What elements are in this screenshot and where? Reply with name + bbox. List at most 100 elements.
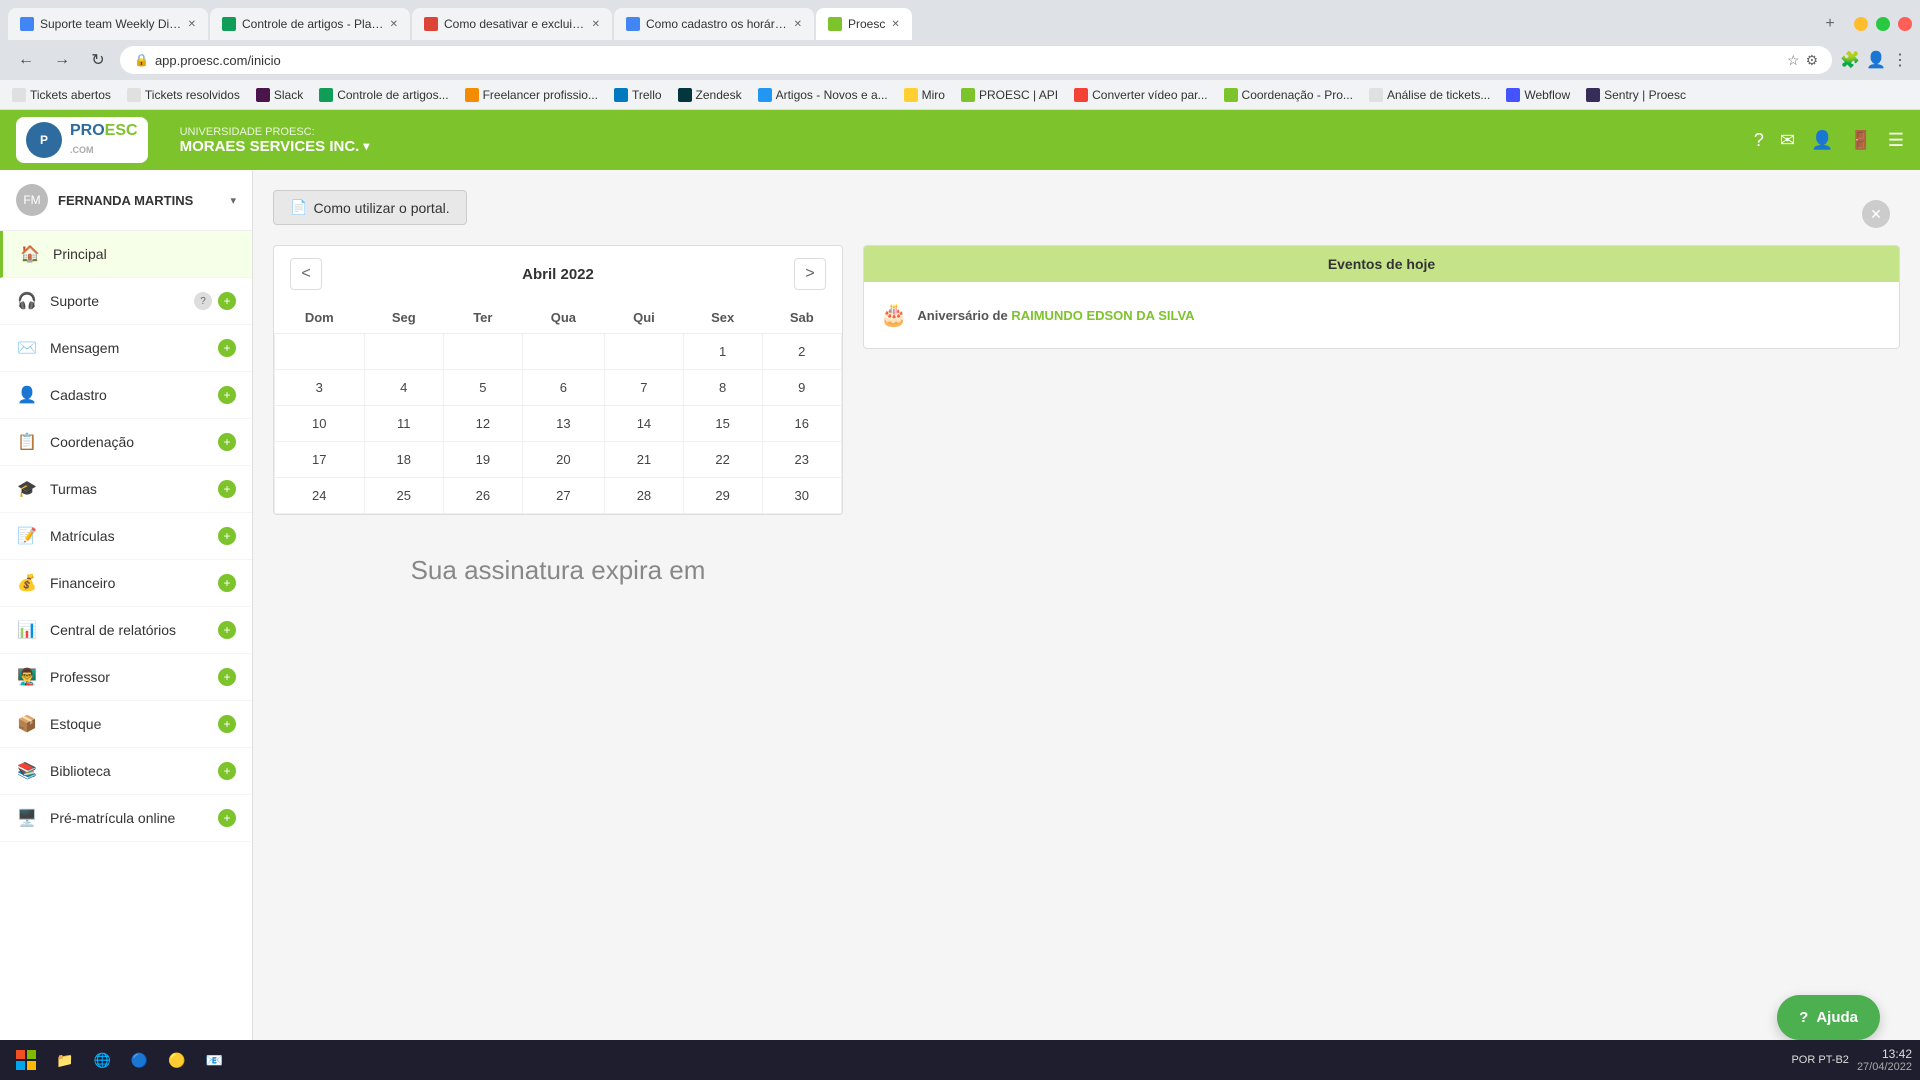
sidebar-help-icon[interactable]: ?: [194, 292, 212, 310]
browser-tab-tab1[interactable]: Suporte team Weekly Digest - j...✕: [8, 8, 208, 40]
sidebar-item-suporte[interactable]: 🎧 Suporte ?+: [0, 278, 252, 325]
calendar-day[interactable]: 23: [762, 442, 842, 478]
calendar-day[interactable]: 3: [275, 370, 365, 406]
calendar-day[interactable]: 26: [443, 478, 522, 514]
calendar-day[interactable]: 12: [443, 406, 522, 442]
calendar-day[interactable]: 11: [364, 406, 443, 442]
new-tab-button[interactable]: +: [1816, 10, 1844, 38]
close-button[interactable]: [1898, 17, 1912, 31]
bookmark-item[interactable]: Zendesk: [678, 88, 742, 102]
exit-icon[interactable]: 🚪: [1849, 130, 1871, 151]
address-bar[interactable]: 🔒 app.proesc.com/inicio ☆ ⚙: [120, 46, 1832, 74]
bookmark-item[interactable]: Webflow: [1506, 88, 1570, 102]
sidebar-item-cadastro[interactable]: 👤 Cadastro +: [0, 372, 252, 419]
bookmark-item[interactable]: Artigos - Novos e a...: [758, 88, 888, 102]
sidebar-item-financeiro[interactable]: 💰 Financeiro +: [0, 560, 252, 607]
calendar-day[interactable]: 14: [605, 406, 684, 442]
calendar-day[interactable]: 27: [522, 478, 604, 514]
calendar-day[interactable]: 9: [762, 370, 842, 406]
bookmark-item[interactable]: Coordenação - Pro...: [1224, 88, 1353, 102]
calendar-day[interactable]: 19: [443, 442, 522, 478]
taskbar-edge[interactable]: 🌐: [85, 1042, 118, 1078]
back-button[interactable]: ←: [12, 46, 40, 74]
calendar-next-button[interactable]: >: [794, 258, 826, 290]
calendar-day[interactable]: 10: [275, 406, 365, 442]
bookmark-item[interactable]: Converter vídeo par...: [1074, 88, 1207, 102]
sidebar-item-mensagem[interactable]: ✉️ Mensagem +: [0, 325, 252, 372]
calendar-day[interactable]: 24: [275, 478, 365, 514]
more-options-icon[interactable]: ⋮: [1892, 50, 1908, 70]
reload-button[interactable]: ↻: [84, 46, 112, 74]
sidebar-item-turmas[interactable]: 🎓 Turmas +: [0, 466, 252, 513]
sidebar-item-principal[interactable]: 🏠 Principal: [0, 231, 252, 278]
bookmark-item[interactable]: Miro: [904, 88, 945, 102]
calendar-prev-button[interactable]: <: [290, 258, 322, 290]
sidebar-plus-icon[interactable]: +: [218, 715, 236, 733]
chrome-extension-icon[interactable]: 🧩: [1840, 50, 1860, 70]
calendar-day[interactable]: 2: [762, 334, 842, 370]
browser-tab-tab2[interactable]: Controle de artigos - Planilhas G...✕: [210, 8, 410, 40]
calendar-day[interactable]: 21: [605, 442, 684, 478]
sidebar-plus-icon[interactable]: +: [218, 433, 236, 451]
bookmark-item[interactable]: Sentry | Proesc: [1586, 88, 1686, 102]
menu-icon[interactable]: ☰: [1888, 130, 1904, 151]
sidebar-plus-icon[interactable]: +: [218, 339, 236, 357]
calendar-day[interactable]: 20: [522, 442, 604, 478]
calendar-day[interactable]: 6: [522, 370, 604, 406]
calendar-day[interactable]: 8: [683, 370, 762, 406]
portal-button[interactable]: 📄 Como utilizar o portal.: [273, 190, 467, 225]
sidebar-plus-icon[interactable]: +: [218, 762, 236, 780]
maximize-button[interactable]: [1876, 17, 1890, 31]
sidebar-plus-icon[interactable]: +: [218, 480, 236, 498]
tab-close-icon[interactable]: ✕: [794, 19, 802, 30]
taskbar-app4[interactable]: 🟡: [160, 1042, 193, 1078]
calendar-day[interactable]: 16: [762, 406, 842, 442]
profile-icon[interactable]: 👤: [1866, 50, 1886, 70]
person-icon[interactable]: 👤: [1811, 130, 1833, 151]
bookmark-item[interactable]: Controle de artigos...: [319, 88, 448, 102]
calendar-day[interactable]: 5: [443, 370, 522, 406]
sidebar-item-professor[interactable]: 👨‍🏫 Professor +: [0, 654, 252, 701]
event-person-link[interactable]: RAIMUNDO EDSON DA SILVA: [1011, 308, 1194, 323]
bookmark-item[interactable]: Slack: [256, 88, 303, 102]
sidebar-plus-icon[interactable]: +: [218, 668, 236, 686]
calendar-day[interactable]: 17: [275, 442, 365, 478]
sidebar-plus-icon[interactable]: +: [218, 574, 236, 592]
calendar-day[interactable]: 22: [683, 442, 762, 478]
browser-tab-tab5[interactable]: Proesc✕: [816, 8, 912, 40]
extension-icon[interactable]: ⚙: [1806, 52, 1819, 69]
calendar-day[interactable]: 1: [683, 334, 762, 370]
browser-tab-tab3[interactable]: Como desativar e excluir um us...✕: [412, 8, 612, 40]
calendar-day[interactable]: 30: [762, 478, 842, 514]
tab-close-icon[interactable]: ✕: [592, 19, 600, 30]
bookmark-item[interactable]: Análise de tickets...: [1369, 88, 1490, 102]
bookmark-item[interactable]: Tickets abertos: [12, 88, 111, 102]
sidebar-item-pre-matricula[interactable]: 🖥️ Pré-matrícula online +: [0, 795, 252, 842]
tab-close-icon[interactable]: ✕: [390, 19, 398, 30]
bookmark-item[interactable]: Trello: [614, 88, 662, 102]
star-icon[interactable]: ☆: [1787, 52, 1800, 69]
calendar-day[interactable]: 28: [605, 478, 684, 514]
help-icon[interactable]: ?: [1754, 130, 1764, 151]
bookmark-item[interactable]: Tickets resolvidos: [127, 88, 240, 102]
tab-close-icon[interactable]: ✕: [188, 19, 196, 30]
sidebar-plus-icon[interactable]: +: [218, 292, 236, 310]
bookmark-item[interactable]: PROESC | API: [961, 88, 1058, 102]
calendar-day[interactable]: 18: [364, 442, 443, 478]
minimize-button[interactable]: [1854, 17, 1868, 31]
sidebar-plus-icon[interactable]: +: [218, 621, 236, 639]
tab-close-icon[interactable]: ✕: [891, 19, 899, 30]
sidebar-user[interactable]: FM FERNANDA MARTINS ▾: [0, 170, 252, 231]
sidebar-plus-icon[interactable]: +: [218, 386, 236, 404]
taskbar-app5[interactable]: 📧: [198, 1042, 231, 1078]
forward-button[interactable]: →: [48, 46, 76, 74]
university-name[interactable]: MORAES SERVICES INC. ▾: [180, 138, 1738, 155]
sidebar-item-coordenacao[interactable]: 📋 Coordenação +: [0, 419, 252, 466]
calendar-day[interactable]: 4: [364, 370, 443, 406]
calendar-day[interactable]: 25: [364, 478, 443, 514]
help-button[interactable]: ? Ajuda: [1777, 995, 1880, 1040]
calendar-day[interactable]: 29: [683, 478, 762, 514]
calendar-day[interactable]: 7: [605, 370, 684, 406]
bookmark-item[interactable]: Freelancer profissio...: [465, 88, 598, 102]
sidebar-plus-icon[interactable]: +: [218, 809, 236, 827]
